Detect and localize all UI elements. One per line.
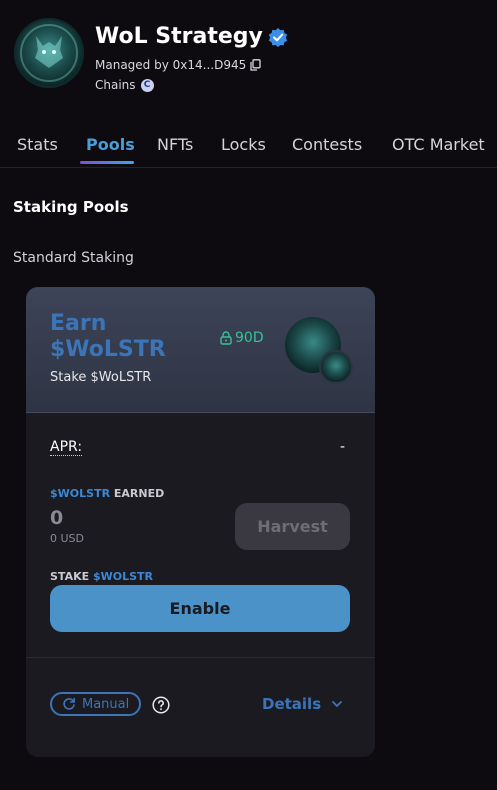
lock-duration-badge: 90D [220,330,264,346]
earn-title-line1: Earn [50,311,107,336]
lock-icon [220,331,232,345]
chains-label: Chains [95,78,136,92]
earn-title: Earn $WoLSTR [50,311,166,363]
tab-locks[interactable]: Locks [221,135,266,154]
stake-subtitle: Stake $WoLSTR [50,370,152,385]
harvest-button[interactable]: Harvest [235,503,350,550]
wolf-logo-icon [35,36,63,68]
earn-title-line2: $WoLSTR [50,337,166,362]
managed-by: Managed by 0x14...D945 [95,58,261,72]
manual-label: Manual [82,696,130,712]
project-header: WoL Strategy Managed by 0x14...D945 Chai… [14,18,484,98]
project-title: WoL Strategy [95,24,263,49]
tab-nfts[interactable]: NFTs [157,135,193,154]
earned-token: $WOLSTR [50,487,111,500]
earned-amount: 0 [50,507,64,529]
earned-usd: 0 USD [50,532,84,545]
managed-by-text: Managed by 0x14...D945 [95,58,247,72]
details-toggle[interactable]: Details [262,695,343,713]
stake-token-icon [319,350,353,384]
apr-label[interactable]: APR: [50,439,83,456]
stake-token: $WOLSTR [92,570,153,583]
stake-label: STAKE $WOLSTR [50,570,153,583]
active-tab-indicator [80,161,134,164]
tab-otc-market[interactable]: OTC Market [392,135,485,154]
section-title: Staking Pools [13,198,129,216]
apr-value: - [340,439,346,455]
pool-card-header: Earn $WoLSTR Stake $WoLSTR 90D [26,287,375,413]
details-label: Details [262,695,322,713]
tab-contests[interactable]: Contests [292,135,362,154]
tab-stats[interactable]: Stats [17,135,58,154]
copy-icon[interactable] [250,59,261,71]
verified-badge-icon [268,27,288,47]
tab-bar: Stats Pools NFTs Locks Contests OTC Mark… [0,127,497,168]
pool-card: Earn $WoLSTR Stake $WoLSTR 90D APR: - $W… [26,287,375,757]
chain-badge-icon[interactable]: C [140,78,154,92]
manual-badge[interactable]: Manual [50,692,142,716]
earned-label: $WOLSTR EARNED [50,487,164,500]
chevron-down-icon [332,701,343,707]
project-logo [14,18,84,88]
stake-prefix: STAKE [50,570,93,583]
title-row: WoL Strategy [95,24,288,49]
tab-pools[interactable]: Pools [86,135,135,154]
subsection-title: Standard Staking [13,250,134,266]
earned-suffix: EARNED [110,487,165,500]
refresh-icon [63,697,75,710]
lock-duration: 90D [235,330,264,346]
chains-row: Chains C [95,78,154,92]
card-divider [26,657,375,658]
enable-button[interactable]: Enable [50,585,350,632]
help-icon[interactable] [152,696,170,714]
